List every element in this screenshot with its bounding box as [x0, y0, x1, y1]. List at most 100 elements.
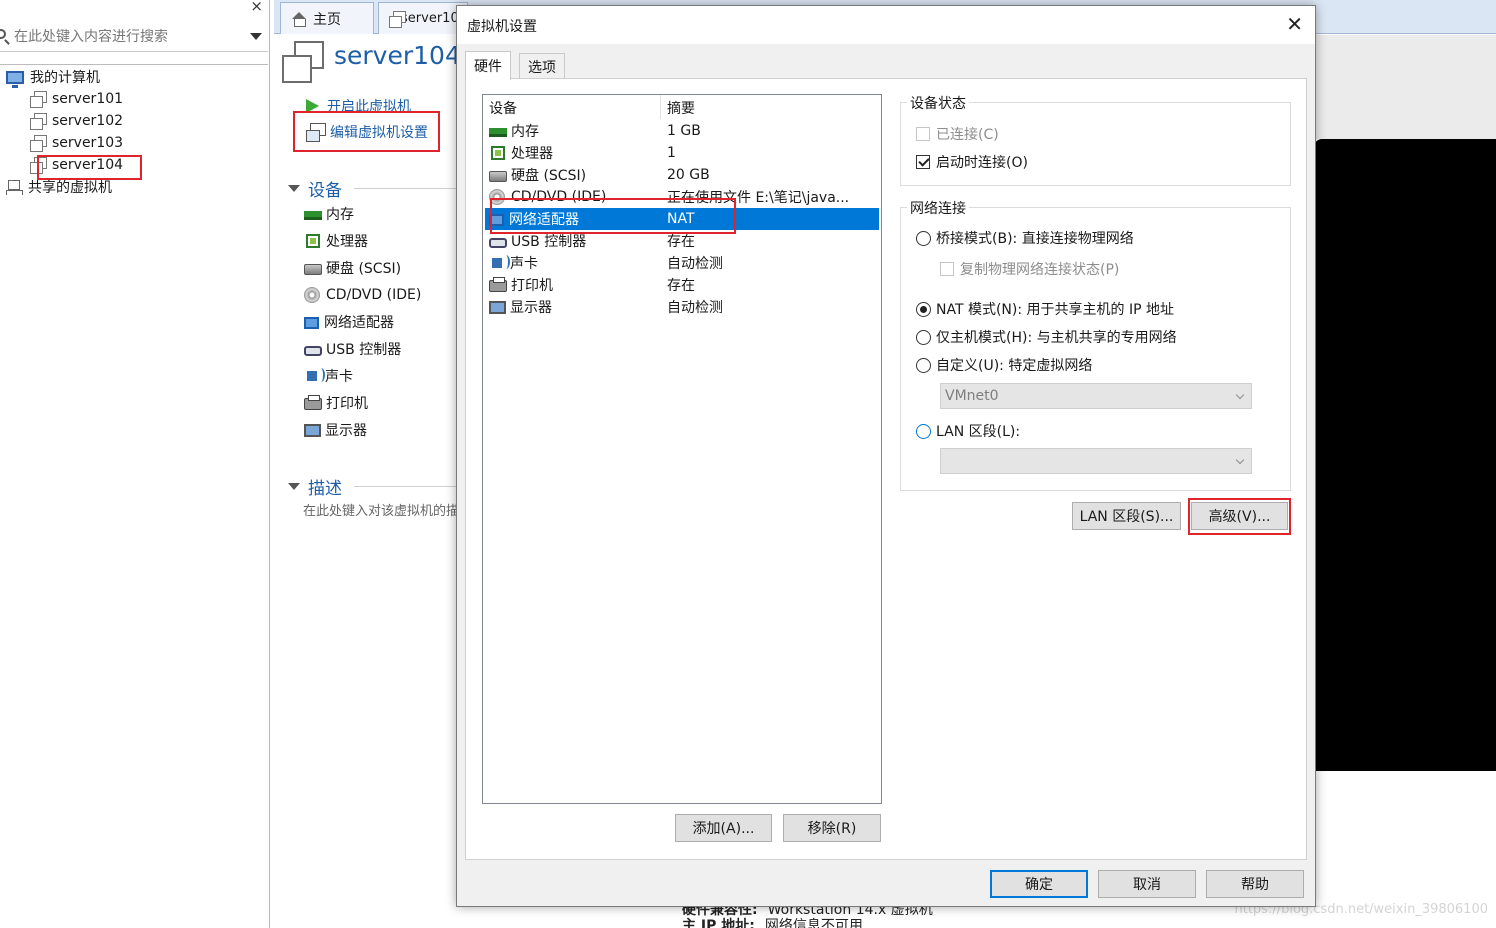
lan-segment-select[interactable] — [940, 448, 1252, 474]
chevron-down-icon[interactable] — [250, 33, 262, 40]
column-header-summary[interactable]: 摘要 — [667, 97, 695, 119]
vm-icon — [30, 135, 47, 152]
device-item-network-adapter[interactable]: 网络适配器 — [304, 312, 394, 332]
description-section-toggle[interactable]: 描述 — [288, 474, 342, 499]
dialog-title: 虚拟机设置 — [467, 19, 537, 35]
vm-preview-screen[interactable] — [1314, 139, 1496, 771]
bridged-mode-radio[interactable]: 桥接模式(B): 直接连接物理网络 — [916, 228, 1134, 248]
help-button[interactable]: 帮助 — [1206, 870, 1304, 898]
radio-label: LAN 区段(L): — [936, 424, 1021, 440]
column-header-label: 设备 — [489, 101, 517, 117]
host-only-radio[interactable]: 仅主机模式(H): 与主机共享的专用网络 — [916, 327, 1177, 347]
checkbox-box — [916, 155, 930, 169]
library-close-button[interactable]: × — [250, 0, 263, 15]
custom-network-radio[interactable]: 自定义(U): 特定虚拟网络 — [916, 355, 1092, 375]
device-label: 打印机 — [326, 396, 368, 412]
vm-icon — [282, 41, 324, 83]
device-item-memory[interactable]: 内存 — [304, 204, 354, 224]
tab-label: 选项 — [528, 59, 556, 76]
lan-segments-button[interactable]: LAN 区段(S)... — [1072, 502, 1181, 530]
tree-node-server101[interactable]: server101 — [30, 89, 123, 109]
device-summary: 自动检测 — [667, 300, 723, 316]
device-item-display[interactable]: 显示器 — [304, 420, 367, 440]
device-item-hard-disk[interactable]: 硬盘 (SCSI) — [304, 258, 401, 278]
table-row-processor[interactable]: 处理器 1 — [485, 142, 879, 164]
library-search-input[interactable] — [14, 26, 234, 48]
devices-section-toggle[interactable]: 设备 — [288, 176, 342, 201]
cancel-button[interactable]: 取消 — [1098, 870, 1196, 898]
library-panel: × 我的计算机 server101 server102 server103 se… — [0, 0, 270, 928]
highlight-box-network-adapter — [490, 198, 736, 234]
display-icon — [489, 301, 506, 314]
radio-label: 仅主机模式(H): 与主机共享的专用网络 — [936, 330, 1177, 346]
cd-dvd-icon — [304, 287, 320, 303]
nat-mode-radio[interactable]: NAT 模式(N): 用于共享主机的 IP 地址 — [916, 299, 1174, 319]
radio-circle — [916, 301, 931, 317]
chevron-down-icon — [1235, 390, 1245, 400]
connect-at-power-on-checkbox[interactable]: 启动时连接(O) — [916, 152, 1028, 172]
tree-node-label: server103 — [52, 135, 124, 151]
tree-node-server103[interactable]: server103 — [30, 133, 123, 153]
tab-server104[interactable]: server104 — [378, 2, 468, 34]
table-row-memory[interactable]: 内存 1 GB — [485, 120, 879, 142]
dialog-titlebar[interactable]: 虚拟机设置 ✕ — [457, 6, 1315, 44]
device-item-printer[interactable]: 打印机 — [304, 393, 368, 413]
column-header-device[interactable]: 设备 — [489, 97, 517, 119]
tab-home[interactable]: 主页 — [280, 2, 374, 34]
add-device-button[interactable]: 添加(A)... — [675, 814, 772, 842]
table-row-sound[interactable]: 声卡 自动检测 — [485, 252, 879, 274]
connected-checkbox[interactable]: 已连接(C) — [916, 124, 999, 144]
device-item-cd-dvd[interactable]: CD/DVD (IDE) — [304, 285, 421, 305]
vm-icon — [30, 113, 47, 130]
tab-hardware[interactable]: 硬件 — [465, 51, 511, 80]
tree-node-label: server101 — [52, 91, 124, 107]
detail-value: 网络信息不可用 — [764, 918, 863, 928]
table-row-printer[interactable]: 打印机 存在 — [485, 274, 879, 296]
device-item-processor[interactable]: 处理器 — [304, 231, 368, 251]
usb-icon — [489, 237, 507, 248]
collapse-arrow-icon — [288, 185, 300, 192]
detail-ip: 主 IP 地址: 网络信息不可用 — [682, 915, 863, 928]
table-row-hard-disk[interactable]: 硬盘 (SCSI) 20 GB — [485, 164, 879, 186]
checkbox-label: 已连接(C) — [936, 127, 999, 143]
column-separator[interactable] — [660, 95, 661, 119]
replicate-state-checkbox[interactable]: 复制物理网络连接状态(P) — [940, 259, 1119, 279]
device-summary: 20 GB — [667, 167, 710, 183]
device-name: 打印机 — [511, 278, 553, 294]
device-label: 内存 — [326, 207, 354, 223]
tree-node-my-computer[interactable]: 我的计算机 — [6, 67, 100, 88]
custom-network-select[interactable]: VMnet0 — [940, 383, 1252, 409]
device-name: 声卡 — [510, 256, 538, 272]
device-summary: 存在 — [667, 234, 695, 250]
device-item-usb[interactable]: USB 控制器 — [304, 339, 401, 359]
radio-circle — [916, 329, 931, 345]
radio-label: NAT 模式(N): 用于共享主机的 IP 地址 — [936, 302, 1174, 318]
ok-button[interactable]: 确定 — [990, 870, 1088, 898]
hard-disk-icon — [304, 264, 322, 275]
table-row-display[interactable]: 显示器 自动检测 — [485, 296, 879, 318]
vm-preview-frame — [1314, 35, 1496, 139]
page-title: server104 — [334, 41, 461, 70]
tree-node-server102[interactable]: server102 — [30, 111, 123, 131]
memory-icon — [489, 128, 507, 137]
device-label: 硬盘 (SCSI) — [326, 261, 402, 277]
checkbox-label: 启动时连接(O) — [936, 155, 1028, 171]
device-item-sound[interactable]: 声卡 — [304, 366, 353, 386]
checkbox-box — [940, 262, 954, 276]
select-value: VMnet0 — [945, 388, 999, 404]
tree-node-label: 我的计算机 — [30, 70, 100, 86]
tab-options[interactable]: 选项 — [519, 53, 565, 79]
radio-circle — [916, 230, 931, 246]
device-label: 网络适配器 — [324, 315, 394, 331]
hard-disk-icon — [489, 171, 507, 182]
description-placeholder[interactable]: 在此处键入对该虚拟机的描述。 — [303, 500, 458, 519]
lan-segment-radio[interactable]: LAN 区段(L): — [916, 421, 1020, 441]
display-icon — [304, 424, 321, 437]
section-divider — [354, 486, 464, 487]
device-name: 硬盘 (SCSI) — [511, 168, 587, 184]
tree-node-shared-vms[interactable]: 共享的虚拟机 — [6, 177, 112, 197]
remove-device-button[interactable]: 移除(R) — [783, 814, 881, 842]
close-icon[interactable]: ✕ — [1286, 12, 1303, 36]
device-summary: 存在 — [667, 278, 695, 294]
device-label: USB 控制器 — [326, 342, 402, 358]
